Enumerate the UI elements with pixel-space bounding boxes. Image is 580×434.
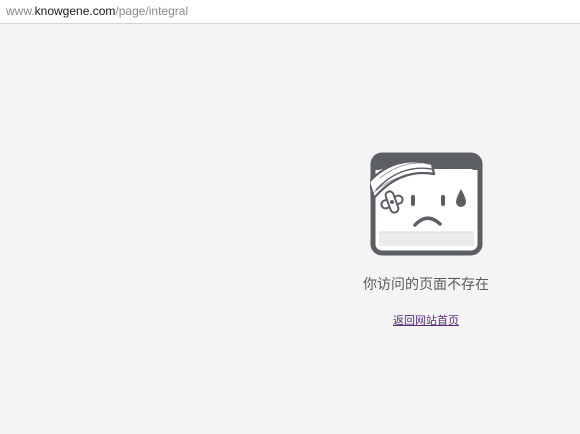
error-message: 你访问的页面不存在 [363, 277, 489, 293]
back-to-home-link[interactable]: 返回网站首页 [360, 312, 492, 328]
error-page: 你访问的页面不存在 返回网站首页 [0, 24, 580, 434]
url-prefix: www. [6, 4, 35, 18]
sad-bandaged-face-icon [370, 152, 483, 256]
address-bar[interactable]: www.knowgene.com/page/integral [0, 0, 580, 24]
url-path: /page/integral [115, 4, 189, 18]
url-domain: knowgene.com [34, 4, 116, 18]
